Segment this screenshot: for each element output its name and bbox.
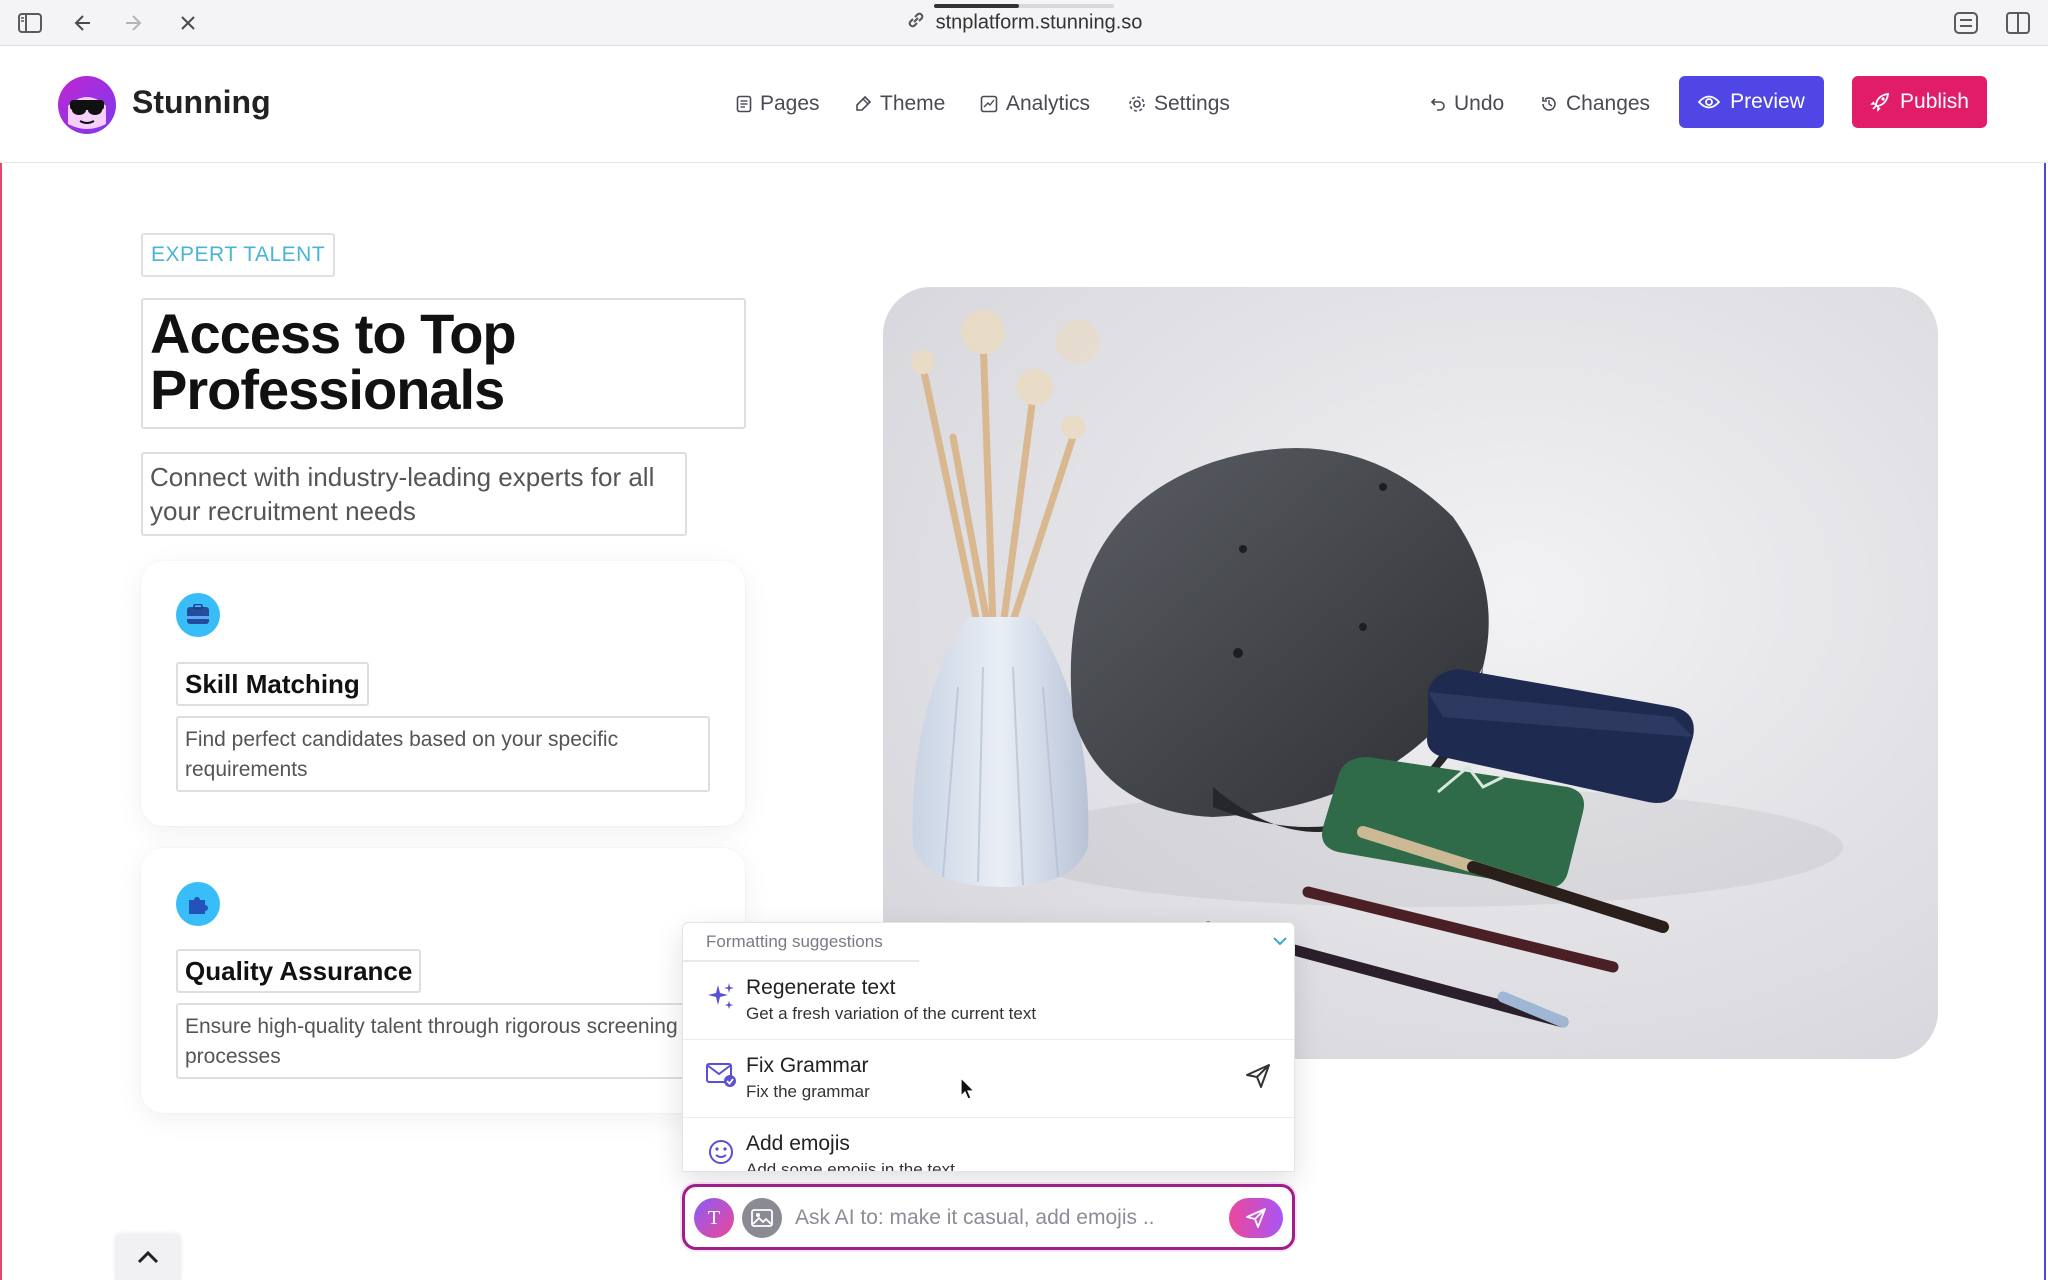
stunning-logo-icon[interactable]	[58, 76, 116, 134]
feature-title[interactable]: Skill Matching	[176, 662, 369, 706]
chart-icon	[980, 95, 998, 113]
scroll-up-button[interactable]	[115, 1234, 181, 1280]
feature-card: Quality Assurance Ensure high-quality ta…	[141, 848, 745, 1113]
suggestion-fix-grammar[interactable]: Fix Grammar Fix the grammar	[683, 1040, 1294, 1118]
nav-pages-label: Pages	[760, 92, 820, 115]
nav-analytics[interactable]: Analytics	[980, 92, 1090, 116]
suggestions-title: Formatting suggestions	[706, 932, 883, 951]
suggestion-add-emojis[interactable]: Add emojis Add some emojis in the text	[683, 1118, 1294, 1172]
nav-analytics-label: Analytics	[1006, 92, 1091, 115]
chevron-down-icon[interactable]	[1270, 931, 1290, 956]
browser-toolbar: stnplatform.stunning.so	[0, 0, 2048, 46]
preview-label: Preview	[1730, 90, 1805, 113]
address-bar[interactable]: stnplatform.stunning.so	[0, 10, 2048, 36]
puzzle-icon[interactable]	[176, 882, 220, 926]
nav-theme[interactable]: Theme	[854, 92, 945, 116]
avatar[interactable]: T	[694, 1198, 734, 1238]
split-view-icon[interactable]	[2004, 9, 2032, 37]
undo-icon	[1430, 98, 1445, 111]
feature-title[interactable]: Quality Assurance	[176, 949, 422, 993]
eye-icon	[1698, 95, 1721, 109]
url-text: stnplatform.stunning.so	[935, 11, 1143, 34]
section-tag[interactable]: EXPERT TALENT	[141, 233, 336, 277]
rocket-icon	[1870, 92, 1890, 112]
page-title[interactable]: Access to Top Professionals	[141, 298, 746, 429]
feature-description[interactable]: Ensure high-quality talent through rigor…	[176, 1003, 710, 1079]
suggestion-regenerate-text[interactable]: Regenerate text Get a fresh variation of…	[683, 962, 1294, 1040]
sparkles-icon	[705, 980, 737, 1012]
nav-settings-label: Settings	[1154, 92, 1230, 115]
history-icon	[1542, 97, 1556, 111]
canvas-right-edge	[2044, 163, 2046, 1280]
changes-label: Changes	[1566, 92, 1651, 115]
ai-prompt-input[interactable]	[795, 1201, 1195, 1235]
link-icon	[906, 10, 926, 36]
brush-icon	[856, 95, 872, 111]
publish-button[interactable]: Publish	[1852, 76, 1987, 128]
mouse-cursor-icon	[960, 1076, 976, 1106]
changes-button[interactable]: Changes	[1540, 92, 1650, 116]
nav-pages[interactable]: Pages	[736, 92, 820, 116]
chevron-up-icon	[137, 1250, 159, 1264]
preview-button[interactable]: Preview	[1679, 76, 1824, 128]
nav-settings[interactable]: Settings	[1128, 92, 1230, 116]
send-icon	[1246, 1208, 1266, 1228]
feature-card: Skill Matching Find perfect candidates b…	[141, 561, 745, 826]
smiley-icon	[705, 1136, 737, 1168]
nav-theme-label: Theme	[880, 92, 946, 115]
feature-description[interactable]: Find perfect candidates based on your sp…	[176, 716, 710, 792]
image-icon[interactable]	[742, 1198, 782, 1238]
extension-icon[interactable]	[1952, 9, 1980, 37]
pages-icon	[736, 95, 752, 113]
suggestion-description: Add some emojis in the text	[746, 1160, 955, 1172]
page-load-progress	[934, 4, 1114, 8]
suggestions-header[interactable]: Formatting suggestions	[683, 923, 1294, 962]
suggestion-description: Fix the grammar	[746, 1082, 870, 1101]
section-subtitle[interactable]: Connect with industry-leading experts fo…	[141, 452, 687, 536]
brand-name: Stunning	[132, 84, 271, 120]
suggestion-title: Add emojis	[746, 1132, 850, 1155]
publish-label: Publish	[1900, 90, 1969, 113]
undo-button[interactable]: Undo	[1430, 92, 1504, 116]
suggestion-description: Get a fresh variation of the current tex…	[746, 1004, 1037, 1023]
mail-check-icon	[705, 1058, 737, 1090]
ai-suggestions-panel: Formatting suggestions Regenerate text G…	[682, 922, 1295, 1172]
send-icon[interactable]	[1244, 1062, 1272, 1095]
undo-label: Undo	[1454, 92, 1505, 115]
suggestion-title: Fix Grammar	[746, 1054, 869, 1077]
briefcase-icon[interactable]	[176, 593, 220, 637]
ai-send-button[interactable]	[1229, 1198, 1283, 1238]
suggestion-title: Regenerate text	[746, 976, 896, 999]
app-header: Stunning Pages Theme Analytics Settings …	[0, 46, 2048, 163]
gear-icon	[1129, 96, 1145, 112]
ai-prompt-bar: T	[682, 1184, 1295, 1250]
canvas-left-edge	[0, 163, 2, 1280]
